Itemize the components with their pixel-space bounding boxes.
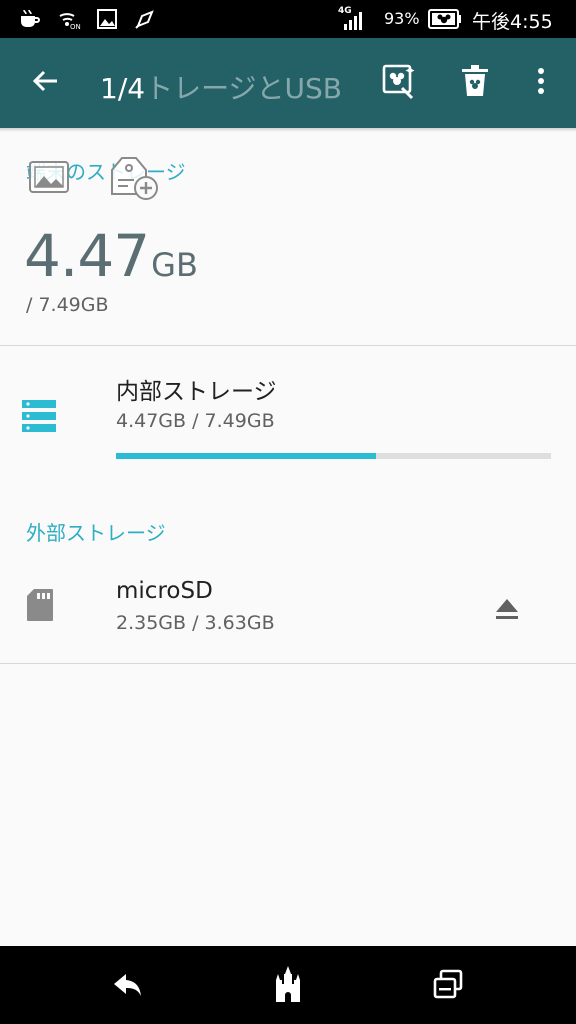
microsd-usage: 2.35GB / 3.63GB <box>116 612 275 634</box>
navigation-bar <box>0 946 576 1024</box>
nav-back-icon <box>112 970 144 1002</box>
notification-cup-icon <box>18 8 42 34</box>
svg-text:4G: 4G <box>338 6 352 16</box>
back-arrow-icon <box>31 67 59 99</box>
svg-text:ON: ON <box>70 23 81 30</box>
battery-percent: 93% <box>384 9 420 28</box>
title-text: トレージとUSB <box>145 72 342 105</box>
back-button[interactable] <box>22 60 68 106</box>
battery-icon <box>428 9 462 33</box>
used-unit: GB <box>151 246 198 284</box>
toolbar-shadow <box>0 128 576 132</box>
microsd-title: microSD <box>116 578 213 604</box>
castle-home-icon <box>273 966 303 1006</box>
trash-icon <box>460 64 490 102</box>
wifi-on-icon: ON <box>58 8 84 34</box>
photo-edit-button[interactable] <box>376 60 422 106</box>
divider <box>0 663 576 664</box>
photo-icon <box>96 8 118 34</box>
app-toolbar: 1/4トレージとUSB <box>0 38 576 128</box>
progress-fill <box>116 453 376 459</box>
photo-edit-icon <box>380 62 418 104</box>
photo-counter: 1/4 <box>100 72 146 105</box>
clock: 午後4:55 <box>472 11 553 33</box>
used-storage: 4.47GB <box>24 222 198 290</box>
internal-storage-usage: 4.47GB / 7.49GB <box>116 410 275 432</box>
gallery-overlay-icon[interactable] <box>28 160 72 200</box>
storage-icon <box>20 398 58 440</box>
signal-icon: 4G <box>338 4 368 36</box>
page-title: 1/4トレージとUSB <box>100 67 342 107</box>
delete-button[interactable] <box>452 60 498 106</box>
eject-icon <box>496 599 518 619</box>
used-value: 4.47 <box>24 222 150 290</box>
add-tag-overlay-icon[interactable] <box>106 152 160 206</box>
microsd-row[interactable]: microSD 2.35GB / 3.63GB <box>0 560 576 662</box>
nav-back-button[interactable] <box>104 962 152 1010</box>
eject-button[interactable] <box>490 592 524 626</box>
status-bar: ON 4G 93% 午後4:55 <box>0 0 576 38</box>
internal-storage-progress <box>116 453 551 459</box>
more-vert-icon <box>537 67 545 99</box>
internal-storage-title: 内部ストレージ <box>116 379 277 405</box>
sd-card-icon <box>26 588 54 626</box>
rocket-icon <box>134 8 156 34</box>
recents-icon <box>433 969 463 1003</box>
nav-recents-button[interactable] <box>424 962 472 1010</box>
more-options-button[interactable] <box>518 60 564 106</box>
total-storage: / 7.49GB <box>26 294 109 316</box>
nav-home-button[interactable] <box>264 962 312 1010</box>
internal-storage-row[interactable]: 内部ストレージ 4.47GB / 7.49GB <box>0 346 576 486</box>
external-storage-label: 外部ストレージ <box>26 521 166 545</box>
